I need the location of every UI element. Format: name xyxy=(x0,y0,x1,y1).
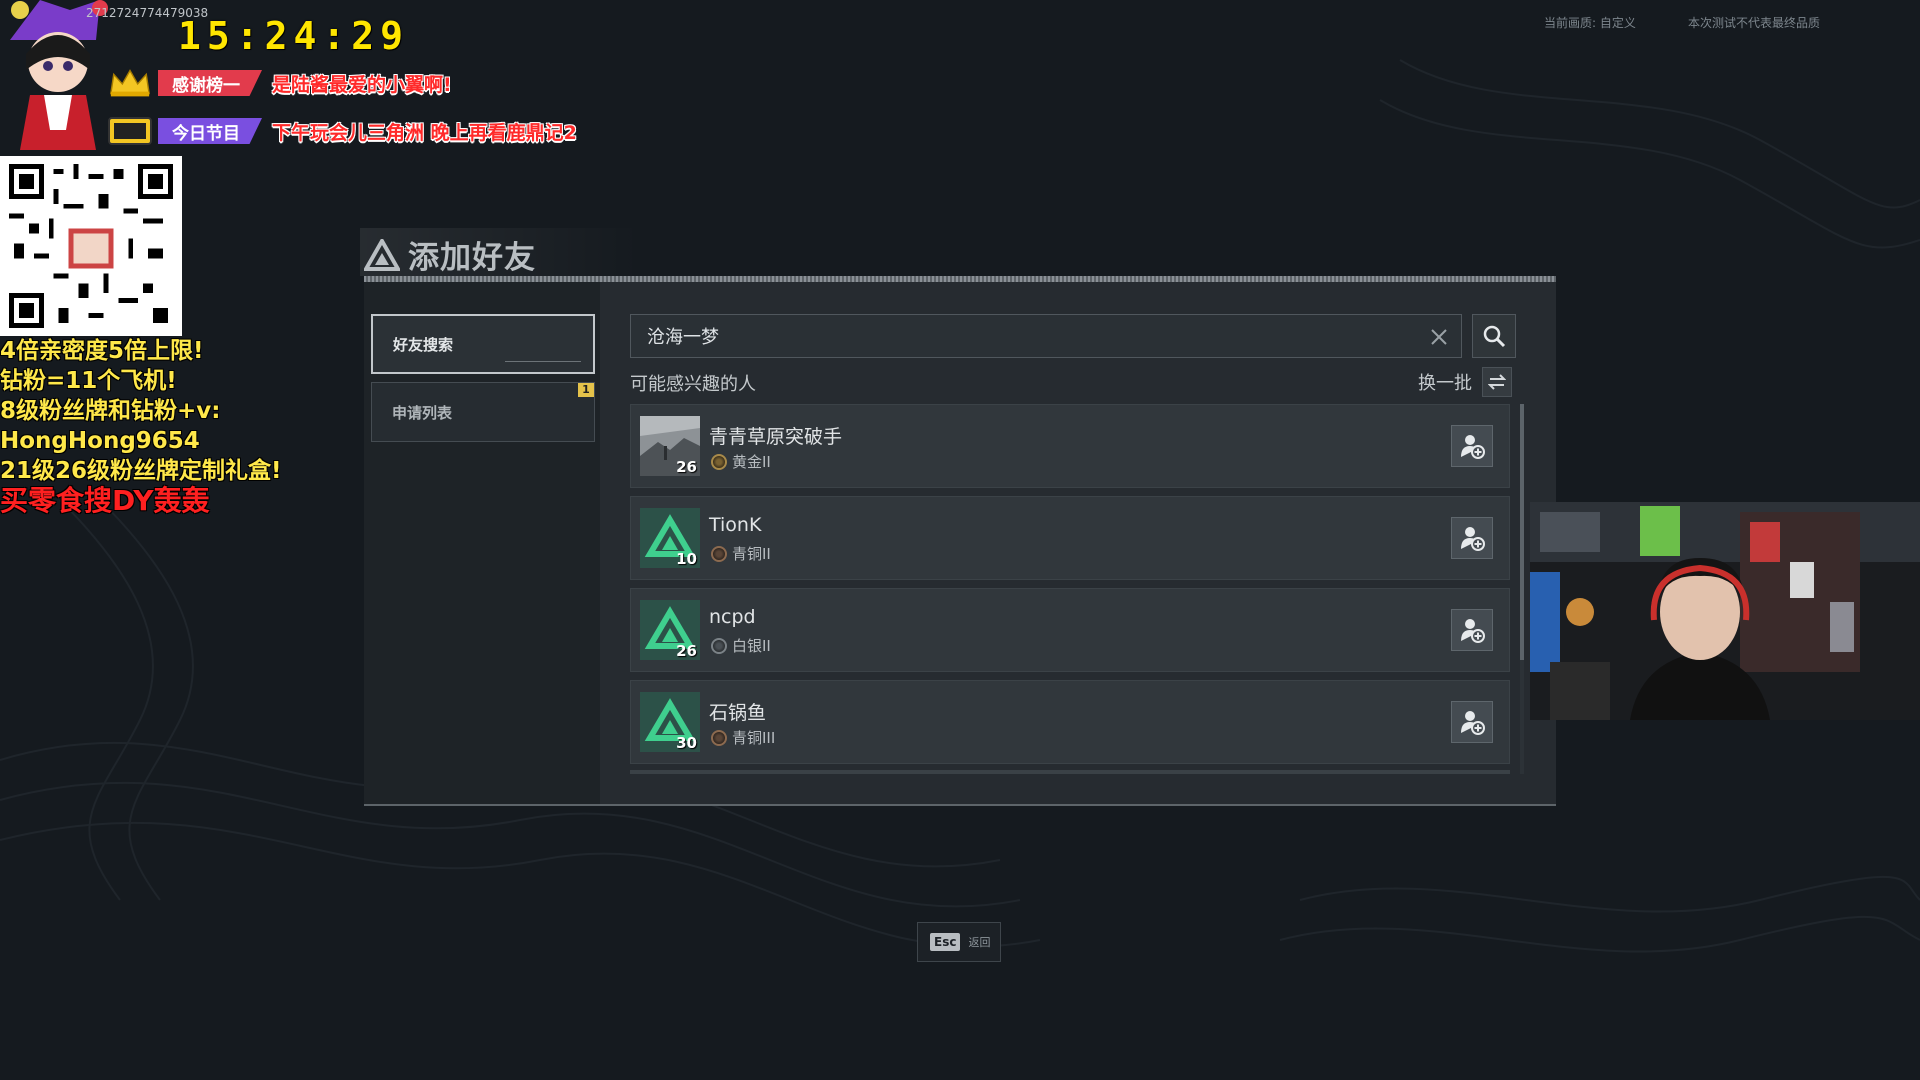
scrollbar-thumb[interactable] xyxy=(1520,404,1524,660)
delta-logo-icon xyxy=(364,238,400,271)
player-level: 30 xyxy=(676,734,697,752)
overlay-message-thanks: 是陆酱最爱的小翼啊! xyxy=(272,73,452,96)
rank-label: 黄金II xyxy=(732,453,771,471)
rank-label: 白银II xyxy=(732,637,771,655)
player-name: 石锅鱼 xyxy=(709,702,767,724)
overlay-row-thanks: 感谢榜一 是陆酱最爱的小翼啊! xyxy=(108,68,452,98)
player-name: ncpd xyxy=(709,606,756,628)
esc-key: Esc xyxy=(930,933,961,951)
player-rank: 青铜II xyxy=(711,543,771,564)
list-item-partial xyxy=(630,770,1510,774)
add-friend-dialog: 好友搜索 申请列表 1 沧海一梦 可能感兴趣的人 换一批 26 青青草原突破手 … xyxy=(364,282,1556,806)
player-rank: 黄金II xyxy=(711,451,771,472)
promo-line: 21级26级粉丝牌定制礼盒! xyxy=(0,458,282,484)
promo-line: HongHong9654 xyxy=(0,428,200,454)
back-label: 返回 xyxy=(968,936,991,949)
search-input[interactable]: 沧海一梦 xyxy=(630,314,1462,358)
overlay-message-schedule: 下午玩会儿三角洲 晚上再看鹿鼎记2 xyxy=(272,121,577,144)
add-friend-button[interactable] xyxy=(1451,517,1493,559)
player-name: TionK xyxy=(709,514,762,536)
player-level: 26 xyxy=(676,458,697,476)
webcam-feed xyxy=(1530,502,1920,720)
rank-label: 青铜II xyxy=(732,545,771,563)
player-row: 10 TionK 青铜II xyxy=(630,496,1510,580)
clear-search-button[interactable] xyxy=(1425,323,1453,351)
promo-line: 4倍亲密度5倍上限! xyxy=(0,338,204,364)
player-rank: 白银II xyxy=(711,635,771,656)
promo-line: 8级粉丝牌和钻粉+v: xyxy=(0,398,221,424)
rank-label: 青铜III xyxy=(732,729,776,747)
add-friend-button[interactable] xyxy=(1451,425,1493,467)
player-avatar: 26 xyxy=(640,416,700,476)
tv-icon xyxy=(108,116,152,146)
rank-medal-icon xyxy=(711,453,727,470)
promo-line: 钻粉=11个飞机! xyxy=(0,368,177,394)
list-scrollbar[interactable] xyxy=(1520,404,1524,774)
refresh-suggestions-button[interactable]: 换一批 xyxy=(1418,366,1512,398)
promo-text: 4倍亲密度5倍上限! 钻粉=11个飞机! 8级粉丝牌和钻粉+v: HongHon… xyxy=(0,336,282,516)
player-level: 10 xyxy=(676,550,697,568)
player-name: 青青草原突破手 xyxy=(709,426,843,448)
player-rank: 青铜III xyxy=(711,727,775,748)
request-count-badge: 1 xyxy=(578,383,594,397)
tab-label: 好友搜索 xyxy=(393,335,454,354)
tab-friend-search[interactable]: 好友搜索 xyxy=(371,314,595,374)
refresh-label: 换一批 xyxy=(1418,373,1472,394)
add-friend-button[interactable] xyxy=(1451,609,1493,651)
rank-medal-icon xyxy=(711,545,727,562)
dialog-sidebar: 好友搜索 申请列表 1 xyxy=(364,282,600,804)
overlay-tag-thanks: 感谢榜一 xyxy=(158,70,262,96)
player-row: 30 石锅鱼 青铜III xyxy=(630,680,1510,764)
close-icon xyxy=(1431,329,1447,345)
tab-request-list[interactable]: 申请列表 1 xyxy=(371,382,595,442)
add-user-icon xyxy=(1461,619,1485,643)
add-user-icon xyxy=(1461,711,1485,735)
disclaimer-label: 本次测试不代表最终品质 xyxy=(1688,16,1821,30)
mascot-avatar xyxy=(10,0,108,150)
overlay-row-schedule: 今日节目 下午玩会儿三角洲 晚上再看鹿鼎记2 xyxy=(108,116,577,146)
suggested-players-list: 26 青青草原突破手 黄金II 10 TionK 青铜II 26 ncpd 白银… xyxy=(630,404,1514,774)
qr-code xyxy=(0,156,182,336)
rank-medal-icon xyxy=(711,729,727,746)
overlay-tag-schedule: 今日节目 xyxy=(158,118,262,144)
player-row: 26 ncpd 白银II xyxy=(630,588,1510,672)
suggestions-heading: 可能感兴趣的人 xyxy=(630,374,756,395)
player-level: 26 xyxy=(676,642,697,660)
tab-label: 申请列表 xyxy=(392,403,453,422)
player-avatar: 26 xyxy=(640,600,700,660)
dialog-title-text: 添加好友 xyxy=(408,240,536,276)
dialog-main: 沧海一梦 可能感兴趣的人 换一批 26 青青草原突破手 黄金II 10 Tion… xyxy=(600,282,1556,804)
search-input-value[interactable]: 沧海一梦 xyxy=(647,323,719,349)
rank-medal-icon xyxy=(711,637,727,654)
add-friend-button[interactable] xyxy=(1451,701,1493,743)
swap-icon xyxy=(1482,367,1512,397)
player-avatar: 30 xyxy=(640,692,700,752)
back-button[interactable]: Esc 返回 xyxy=(917,922,1001,962)
player-row: 26 青青草原突破手 黄金II xyxy=(630,404,1510,488)
dialog-title: 添加好友 xyxy=(364,232,536,277)
promo-line: 买零食搜DY轰轰 xyxy=(0,484,210,517)
player-avatar: 10 xyxy=(640,508,700,568)
quality-label: 当前画质: 自定义 xyxy=(1544,16,1636,30)
add-user-icon xyxy=(1461,435,1485,459)
crown-icon xyxy=(108,68,152,98)
add-user-icon xyxy=(1461,527,1485,551)
search-icon xyxy=(1483,325,1506,348)
stream-clock: 15:24:29 xyxy=(178,14,410,58)
search-button[interactable] xyxy=(1472,314,1516,358)
